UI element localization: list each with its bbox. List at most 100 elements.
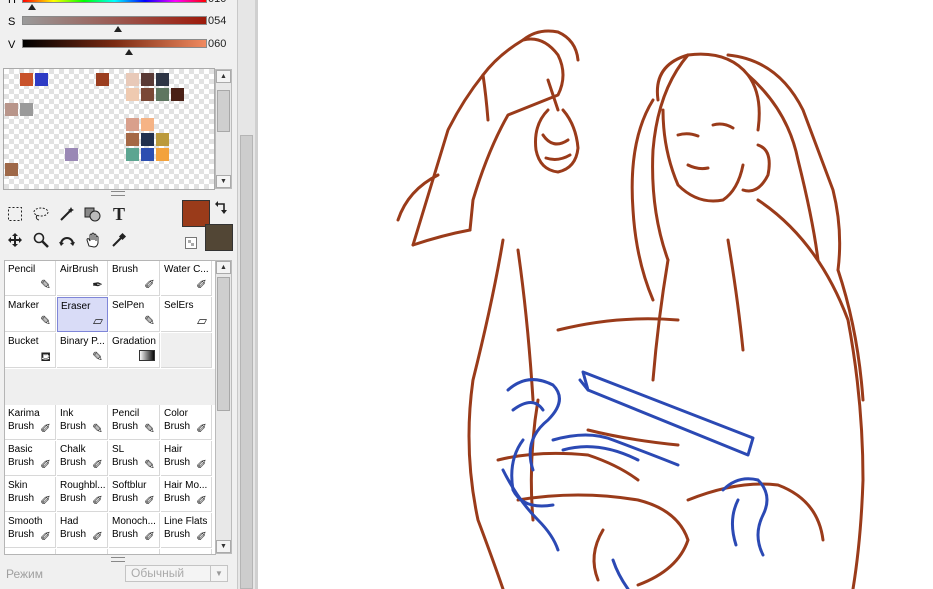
value-bar[interactable] <box>22 39 207 48</box>
swatch[interactable] <box>126 88 139 101</box>
brush-gradation[interactable]: Gradation <box>109 333 160 368</box>
swatch[interactable] <box>156 88 169 101</box>
chevron-down-icon[interactable]: ▼ <box>210 566 227 581</box>
palette-scroll-thumb[interactable] <box>217 90 230 132</box>
brush-line-flats[interactable]: Line Flats Brush ✐ <box>161 513 212 548</box>
panel-resize-grip[interactable] <box>111 557 125 562</box>
value-handle[interactable] <box>125 49 133 55</box>
brush-scroll-thumb[interactable] <box>217 277 230 411</box>
hue-slider[interactable]: H 010 <box>6 0 234 10</box>
brush-had[interactable]: Had Brush ✐ <box>57 513 108 548</box>
brush-basic[interactable]: Basic Brush ✐ <box>5 441 56 476</box>
brush-selers[interactable]: SelErs ▱ <box>161 297 212 332</box>
brush-hair[interactable]: Hair Brush ✐ <box>161 441 212 476</box>
value-value[interactable]: 060 <box>208 38 226 50</box>
brush-karima[interactable]: Karima Brush ✐ <box>5 405 56 440</box>
saturation-value[interactable]: 054 <box>208 15 226 27</box>
brush-partial[interactable] <box>161 549 212 554</box>
saturation-bar[interactable] <box>22 16 207 25</box>
swatch-palette[interactable] <box>3 68 215 190</box>
swatch[interactable] <box>171 88 184 101</box>
brush-monochrome[interactable]: Monoch... Brush ✐ <box>109 513 160 548</box>
brush-partial[interactable] <box>57 549 108 554</box>
brush-color[interactable]: Color Brush ✐ <box>161 405 212 440</box>
panel-resize-grip[interactable] <box>111 191 125 196</box>
lasso-icon[interactable] <box>30 203 52 225</box>
brush-selpen[interactable]: SelPen ✎ <box>109 297 160 332</box>
magic-wand-icon[interactable] <box>56 203 78 225</box>
value-slider[interactable]: V 060 <box>6 37 234 55</box>
brush-brush[interactable]: Brush ✐ <box>109 261 160 296</box>
swatch[interactable] <box>156 73 169 86</box>
brush-marker[interactable]: Marker ✎ <box>5 297 56 332</box>
swatch[interactable] <box>141 88 154 101</box>
brush-roughblend[interactable]: Roughbl... Brush ✐ <box>57 477 108 512</box>
swap-colors-icon[interactable] <box>213 200 229 216</box>
panel-scrollbar[interactable] <box>237 0 256 589</box>
swatch[interactable] <box>20 73 33 86</box>
rotate-icon[interactable] <box>56 229 78 251</box>
brush-icon: ✐ <box>144 493 155 508</box>
brush-sl[interactable]: SL Brush ✎ <box>109 441 160 476</box>
swatch[interactable] <box>141 73 154 86</box>
swatch[interactable] <box>141 148 154 161</box>
hue-bar[interactable] <box>22 0 207 3</box>
swatch[interactable] <box>5 163 18 176</box>
scroll-up-icon[interactable]: ▲ <box>216 261 231 274</box>
swatch[interactable] <box>35 73 48 86</box>
hue-handle[interactable] <box>28 4 36 10</box>
brush-pencil[interactable]: Pencil ✎ <box>5 261 56 296</box>
brush-partial[interactable] <box>5 549 56 554</box>
swatch[interactable] <box>5 103 18 116</box>
eyedropper-icon[interactable] <box>108 229 130 251</box>
move-icon[interactable] <box>4 229 26 251</box>
transparent-color-icon[interactable] <box>184 236 198 250</box>
text-icon[interactable]: T <box>108 203 130 225</box>
brush-partial[interactable] <box>109 549 160 554</box>
empty-brush-row[interactable] <box>5 369 215 405</box>
brush-eraser[interactable]: Eraser ▱ <box>57 297 108 332</box>
foreground-color[interactable] <box>182 200 210 227</box>
swatch[interactable] <box>126 73 139 86</box>
swatch[interactable] <box>156 148 169 161</box>
brush-smooth[interactable]: Smooth Brush ✐ <box>5 513 56 548</box>
brush-softblur[interactable]: Softblur Brush ✐ <box>109 477 160 512</box>
shape-icon[interactable] <box>82 203 104 225</box>
panel-scroll-thumb[interactable] <box>240 135 253 589</box>
swatch[interactable] <box>156 133 169 146</box>
swatch[interactable] <box>65 148 78 161</box>
scroll-down-icon[interactable]: ▼ <box>216 175 231 188</box>
brush-airbrush[interactable]: AirBrush ✒ <box>57 261 108 296</box>
swatch[interactable] <box>126 148 139 161</box>
brush-icon: ✐ <box>144 277 155 292</box>
hand-icon[interactable] <box>82 229 104 251</box>
swatch[interactable] <box>141 118 154 131</box>
background-color[interactable] <box>205 224 233 251</box>
empty-slot[interactable] <box>161 333 212 368</box>
brush-watercolor[interactable]: Water C... ✐ <box>161 261 212 296</box>
saturation-handle[interactable] <box>114 26 122 32</box>
brush-scrollbar[interactable]: ▲ ▼ <box>215 260 232 554</box>
saturation-slider[interactable]: S 054 <box>6 14 234 32</box>
brush-pencil-brush[interactable]: Pencil Brush ✎ <box>109 405 160 440</box>
swatch[interactable] <box>20 103 33 116</box>
swatch[interactable] <box>96 73 109 86</box>
brush-binary-pen[interactable]: Binary P... ✎ <box>57 333 108 368</box>
drawing-canvas[interactable] <box>258 0 933 589</box>
rectangle-select-icon[interactable] <box>4 203 26 225</box>
blend-mode-select[interactable]: Обычный ▼ <box>125 565 228 582</box>
hue-value[interactable]: 010 <box>208 0 226 5</box>
brush-chalk[interactable]: Chalk Brush ✐ <box>57 441 108 476</box>
brush-skin[interactable]: Skin Brush ✐ <box>5 477 56 512</box>
swatch[interactable] <box>141 133 154 146</box>
zoom-icon[interactable] <box>30 229 52 251</box>
swatch[interactable] <box>126 133 139 146</box>
palette-scrollbar[interactable]: ▲ ▼ <box>215 69 232 189</box>
brush-name: SelErs <box>164 300 194 311</box>
scroll-down-icon[interactable]: ▼ <box>216 540 231 553</box>
brush-bucket[interactable]: Bucket ⛾ <box>5 333 56 368</box>
swatch[interactable] <box>126 118 139 131</box>
scroll-up-icon[interactable]: ▲ <box>216 70 231 83</box>
brush-ink[interactable]: Ink Brush ✎ <box>57 405 108 440</box>
brush-hair-mo[interactable]: Hair Mo... Brush ✐ <box>161 477 212 512</box>
